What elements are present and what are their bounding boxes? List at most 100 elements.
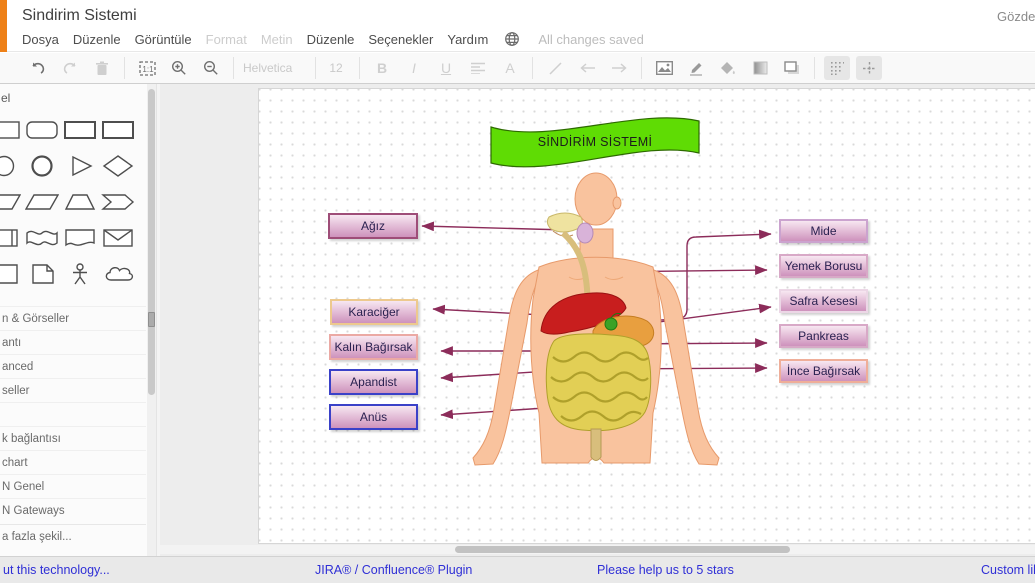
user-name[interactable]: Gözde Y [997, 9, 1035, 24]
italic-button[interactable]: I [401, 56, 427, 80]
drawio-editor: Sindirim Sistemi DosyaDüzenleGörüntüleFo… [0, 0, 1035, 583]
sidebar-section-item[interactable]: seller [0, 378, 146, 402]
shape-tape[interactable] [25, 226, 59, 250]
font-size-select[interactable]: 12 [322, 61, 350, 75]
shape-rectangle[interactable] [63, 118, 97, 142]
body-left-arm [473, 269, 545, 465]
font-color-button[interactable]: A [497, 56, 523, 80]
organ-esophagus [563, 233, 589, 323]
organ-label-box[interactable]: Karaciğer [330, 299, 418, 325]
zoom-in-button[interactable] [166, 56, 192, 80]
grid-toggle-button[interactable] [824, 56, 850, 80]
sidebar-section-item[interactable]: anced [0, 354, 146, 378]
drawing-page[interactable]: SİNDİRİM SİSTEMİ Ağız Karaciğer Kalın Bağı… [258, 88, 1035, 544]
organ-label-box[interactable]: Apandist [329, 369, 418, 395]
menu-format-3: Format [206, 32, 247, 47]
language-globe-icon[interactable] [504, 31, 520, 47]
sidebar-section-item[interactable]: N Gateways [0, 498, 146, 522]
sidebar-section-item[interactable]: k bağlantısı [0, 426, 146, 450]
menu-g-r-nt-le-2[interactable]: Görüntüle [135, 32, 192, 47]
sidebar-section-item[interactable]: N Genel [0, 474, 146, 498]
bold-button[interactable]: B [369, 56, 395, 80]
shape-step[interactable] [101, 190, 135, 214]
horizontal-scrollbar[interactable] [160, 545, 1035, 554]
shapes-sidebar: el n & Görsellerantıancedsellerk bağlant [0, 84, 160, 556]
shape-cloud[interactable] [101, 262, 135, 286]
organ-label-box[interactable]: Yemek Borusu [779, 254, 868, 278]
shape-actor[interactable] [63, 262, 97, 286]
shape-palette [0, 112, 141, 292]
shape-circle[interactable] [0, 154, 21, 178]
organ-label-box[interactable]: Pankreas [779, 324, 868, 348]
shape-trapezoid[interactable] [63, 190, 97, 214]
menubar: DosyaDüzenleGörüntüleFormatMetinDüzenleS… [22, 31, 644, 47]
toolbar: 1:1 Helvetica 12 B I U A [0, 53, 1035, 84]
title-banner[interactable]: SİNDİRİM SİSTEMİ [489, 113, 701, 169]
menu-d-zenle-5[interactable]: Düzenle [307, 32, 355, 47]
organ-label-box[interactable]: Kalın Bağırsak [329, 334, 418, 360]
footer-link-custom-libraries[interactable]: Custom libra [981, 563, 1035, 577]
arrow-left-button[interactable] [574, 56, 600, 80]
shape-rectangle[interactable] [101, 118, 135, 142]
shape-document[interactable] [63, 226, 97, 250]
menu-se-enekler-6[interactable]: Seçenekler [368, 32, 433, 47]
splitter-grip[interactable] [148, 312, 155, 327]
organ-stomach [593, 316, 654, 348]
shape-parallelogram[interactable] [0, 190, 21, 214]
menu-dosya-0[interactable]: Dosya [22, 32, 59, 47]
canvas-area: SİNDİRİM SİSTEMİ Ağız Karaciğer Kalın Bağı… [160, 84, 1035, 556]
fill-color-button[interactable] [715, 56, 741, 80]
footer-link-jira-plugin[interactable]: JIRA® / Confluence® Plugin [315, 563, 472, 577]
organ-label-box[interactable]: Safra Kesesi [779, 289, 868, 313]
insert-image-button[interactable] [651, 56, 677, 80]
sidebar-more-shapes[interactable]: a fazla şekil... [0, 524, 146, 548]
underline-button[interactable]: U [433, 56, 459, 80]
zoom-out-button[interactable] [198, 56, 224, 80]
sidebar-section-item[interactable]: antı [0, 330, 146, 354]
connector-to-pankreas [617, 343, 767, 344]
shape-card[interactable] [0, 262, 21, 286]
connector-to-karaciger [433, 309, 561, 316]
font-family-select[interactable]: Helvetica [243, 61, 309, 75]
organ-rectum [591, 429, 601, 461]
footer-link-technology[interactable]: ut this technology... [3, 563, 110, 577]
organ-label-box[interactable]: Anüs [329, 404, 418, 430]
redo-button[interactable] [57, 56, 83, 80]
shape-diamond[interactable] [101, 154, 135, 178]
menu-yard-m-7[interactable]: Yardım [447, 32, 488, 47]
connector-to-ince-bagirsak [601, 368, 767, 369]
reset-zoom-button[interactable]: 1:1 [134, 56, 160, 80]
sidebar-section-item[interactable]: n & Görseller [0, 306, 146, 330]
gradient-button[interactable] [747, 56, 773, 80]
shape-rounded-rectangle[interactable] [25, 118, 59, 142]
shape-rectangle[interactable] [0, 118, 21, 142]
organ-label-box[interactable]: İnce Bağırsak [779, 359, 868, 383]
shape-triangle[interactable] [63, 154, 97, 178]
organ-label-box[interactable]: Mide [779, 219, 868, 243]
horizontal-scrollbar-thumb[interactable] [455, 546, 790, 553]
shape-circle[interactable] [25, 154, 59, 178]
shape-parallelogram[interactable] [25, 190, 59, 214]
organ-intestines [546, 334, 650, 431]
shapes-section-label[interactable]: el [1, 91, 10, 105]
organ-label-box[interactable]: Ağız [328, 213, 418, 239]
arrow-right-button[interactable] [606, 56, 632, 80]
footer: ut this technology... JIRA® / Confluence… [0, 556, 1035, 583]
guides-toggle-button[interactable] [856, 56, 882, 80]
shape-process[interactable] [0, 226, 21, 250]
connector-to-agiz [422, 226, 567, 230]
sidebar-section-item[interactable] [0, 402, 146, 426]
line-tool-button[interactable] [542, 56, 568, 80]
undo-button[interactable] [25, 56, 51, 80]
shadow-button[interactable] [779, 56, 805, 80]
sidebar-section-item[interactable]: chart [0, 450, 146, 474]
connector-to-apandist [441, 367, 612, 378]
delete-button[interactable] [89, 56, 115, 80]
shape-envelope[interactable] [101, 226, 135, 250]
line-color-button[interactable] [683, 56, 709, 80]
shape-note[interactable] [25, 262, 59, 286]
menu-d-zenle-1[interactable]: Düzenle [73, 32, 121, 47]
brand-stripe [0, 0, 7, 52]
align-button[interactable] [465, 56, 491, 80]
footer-link-rate-us[interactable]: Please help us to 5 stars [597, 563, 734, 577]
